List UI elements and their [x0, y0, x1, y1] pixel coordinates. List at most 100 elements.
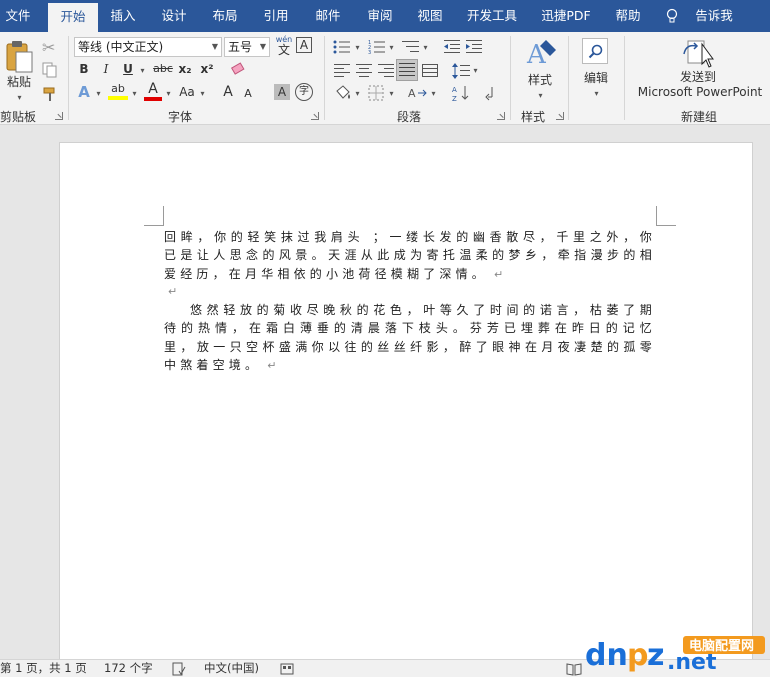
text-effects-button[interactable]: A	[76, 82, 92, 102]
tab-developer[interactable]: 开发工具	[460, 0, 524, 32]
tab-help[interactable]: 帮助	[608, 0, 648, 32]
svg-text:p: p	[627, 638, 648, 673]
enclose-chars-button[interactable]: 字	[295, 83, 313, 101]
font-color-button[interactable]: A	[144, 82, 162, 102]
paste-dropdown[interactable]	[9, 86, 29, 106]
tab-design[interactable]: 设计	[154, 0, 194, 32]
tab-home[interactable]: 开始	[48, 3, 98, 32]
align-left-icon[interactable]	[334, 64, 350, 78]
clear-formatting-icon[interactable]	[230, 62, 248, 78]
tab-references[interactable]: 引用	[256, 0, 296, 32]
sort-icon[interactable]: AZ	[452, 84, 470, 102]
italic-button[interactable]: I	[98, 59, 114, 79]
read-mode-icon[interactable]	[566, 662, 582, 676]
language-indicator[interactable]: 中文(中国)	[204, 660, 259, 677]
multilevel-dropdown[interactable]	[420, 36, 430, 56]
tell-me-search[interactable]: 告诉我	[688, 0, 740, 32]
multilevel-list-icon[interactable]	[402, 40, 420, 54]
change-case-button[interactable]: Aa	[178, 82, 196, 102]
font-launcher[interactable]	[311, 112, 319, 120]
asian-layout-icon[interactable]: A	[408, 85, 428, 101]
paragraph-1-text: 回眸，你的轻笑抹过我肩头 ；一缕长发的幽香散尽，千里之外，你已是让人思念的风景。…	[164, 230, 656, 281]
lightbulb-icon	[666, 8, 678, 23]
svg-text:A: A	[408, 87, 416, 100]
tab-pdf[interactable]: 迅捷PDF	[536, 0, 596, 32]
phonetic-guide-button[interactable]: wén 文	[274, 35, 294, 56]
asian-layout-dropdown[interactable]	[428, 82, 438, 102]
show-marks-icon[interactable]	[484, 85, 498, 101]
decrease-indent-icon[interactable]	[444, 40, 460, 54]
highlight-dropdown[interactable]	[128, 82, 140, 102]
svg-text:Z: Z	[452, 95, 457, 102]
align-center-icon[interactable]	[356, 64, 372, 78]
tab-file[interactable]: 文件	[0, 0, 36, 32]
align-right-icon[interactable]	[378, 64, 394, 78]
tab-review[interactable]: 审阅	[360, 0, 400, 32]
bullets-dropdown[interactable]	[352, 36, 362, 56]
change-case-dropdown[interactable]	[196, 82, 208, 102]
separator	[624, 36, 625, 120]
superscript-button[interactable]: x²	[198, 59, 216, 79]
underline-dropdown[interactable]	[136, 59, 148, 79]
bullets-icon[interactable]	[333, 40, 351, 54]
paragraph-launcher[interactable]	[497, 112, 505, 120]
numbering-dropdown[interactable]	[386, 36, 396, 56]
page-count[interactable]: 第 1 页，共 1 页	[0, 660, 87, 677]
macro-record-icon[interactable]	[280, 662, 294, 676]
svg-text:z: z	[647, 638, 664, 673]
increase-indent-icon[interactable]	[466, 40, 482, 54]
format-painter-icon[interactable]	[42, 86, 58, 102]
distributed-icon[interactable]	[422, 64, 438, 78]
styles-icon[interactable]: A	[526, 36, 558, 68]
tab-layout[interactable]: 布局	[205, 0, 245, 32]
char-border-button[interactable]: A	[296, 37, 312, 53]
text-effects-dropdown[interactable]	[92, 82, 104, 102]
clipboard-launcher[interactable]	[55, 112, 63, 120]
empty-paragraph[interactable]: ↵	[164, 282, 656, 301]
editing-dropdown[interactable]	[588, 82, 604, 102]
word-count[interactable]: 172 个字	[104, 660, 153, 677]
bold-button[interactable]: B	[76, 59, 92, 79]
send-to-powerpoint-icon[interactable]	[682, 38, 716, 68]
justify-icon	[399, 63, 415, 76]
find-button[interactable]	[582, 38, 608, 64]
tab-insert[interactable]: 插入	[104, 0, 142, 32]
tab-view[interactable]: 视图	[410, 0, 450, 32]
paragraph-1[interactable]: 回眸，你的轻笑抹过我肩头 ；一缕长发的幽香散尽，千里之外，你已是让人思念的风景。…	[164, 228, 656, 284]
highlight-label: ab	[111, 82, 125, 95]
paragraph-mark: ↵	[267, 358, 277, 372]
subscript-button[interactable]: x₂	[176, 59, 194, 79]
styles-dropdown[interactable]	[532, 84, 548, 104]
tab-mailings[interactable]: 邮件	[308, 0, 348, 32]
underline-button[interactable]: U	[120, 59, 136, 79]
borders-icon[interactable]	[368, 85, 384, 101]
justify-button-active[interactable]	[396, 59, 418, 81]
borders-dropdown[interactable]	[386, 82, 396, 102]
shrink-font-button[interactable]: A	[240, 84, 256, 104]
cut-icon[interactable]: ✂	[42, 38, 55, 57]
separator	[568, 36, 569, 120]
svg-text:A: A	[452, 86, 457, 94]
styles-launcher[interactable]	[556, 112, 564, 120]
char-shading-button[interactable]: A	[274, 84, 290, 100]
send-to-label-line2[interactable]: Microsoft PowerPoint	[632, 85, 768, 99]
highlight-button[interactable]: ab	[108, 82, 128, 102]
separator	[324, 36, 325, 120]
proofing-icon[interactable]	[172, 662, 186, 676]
line-spacing-dropdown[interactable]	[470, 59, 480, 79]
send-to-label-line1[interactable]: 发送到	[636, 70, 760, 84]
line-spacing-icon[interactable]	[452, 63, 470, 79]
copy-icon[interactable]	[42, 62, 58, 78]
grow-font-button[interactable]: A	[220, 82, 236, 102]
font-name-combo[interactable]: 等线 (中文正文) ▼	[74, 37, 222, 57]
paragraph-2-text: 悠然轻放的菊收尽晚秋的花色，叶等久了时间的诺言，枯萎了期待的热情，在霜白薄垂的清…	[164, 303, 656, 372]
paragraph-2[interactable]: 悠然轻放的菊收尽晚秋的花色，叶等久了时间的诺言，枯萎了期待的热情，在霜白薄垂的清…	[164, 301, 656, 375]
group-label-clipboard: 剪贴板	[0, 110, 37, 124]
strikethrough-button[interactable]: abc	[152, 59, 174, 79]
font-color-dropdown[interactable]	[162, 82, 174, 102]
paste-icon[interactable]	[4, 40, 34, 76]
shading-dropdown[interactable]	[352, 82, 362, 102]
font-size-combo[interactable]: 五号 ▼	[224, 37, 270, 57]
numbering-icon[interactable]: 123	[368, 40, 386, 54]
shading-icon[interactable]	[334, 85, 352, 101]
